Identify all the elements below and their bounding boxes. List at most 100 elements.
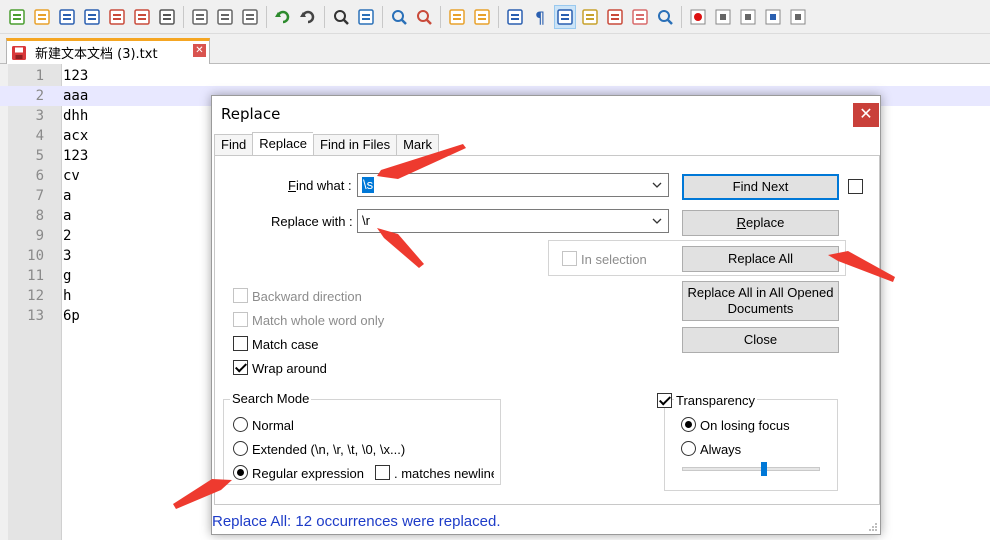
play-macro-button[interactable] [737,5,759,29]
sync-vertical-icon [449,8,465,25]
open-file-icon [34,8,50,25]
line-text: 123 [63,148,89,164]
tab-close-button[interactable]: ✕ [193,44,206,57]
folder-button[interactable] [629,5,651,29]
close-all-button[interactable] [131,5,153,29]
find-next-button[interactable]: Find Next [682,174,839,200]
matches-newline-label: . matches newline [394,466,494,481]
print-button[interactable] [156,5,178,29]
find-what-label: Find what : [288,178,352,193]
tab-find[interactable]: Find [214,134,253,156]
language-button[interactable] [579,5,601,29]
find-icon [334,9,349,25]
tab-find-in-files[interactable]: Find in Files [313,134,397,156]
close-icon [109,8,125,25]
always-radio[interactable] [681,441,696,456]
line-text: dhh [63,108,89,124]
wrap-around-checkbox[interactable] [233,360,248,375]
zoom-in-button[interactable] [388,5,410,29]
word-wrap-button[interactable] [504,5,526,29]
backward-direction-checkbox[interactable] [233,288,248,303]
document-tab[interactable]: 新建文本文档 (3).txt ✕ [6,38,210,64]
find-next-options-checkbox[interactable] [848,179,863,194]
line-number: 13 [27,308,44,324]
in-selection-label: In selection [581,252,647,267]
chevron-down-icon[interactable] [652,217,662,225]
line-number: 8 [35,208,44,224]
mode-regex-label: Regular expression [252,466,365,481]
toolbar-separator [183,5,184,28]
folder-icon [632,8,648,25]
on-losing-focus-label: On losing focus [700,418,790,433]
toolbar: ¶ [0,0,990,34]
transparency-slider-track[interactable] [682,467,820,471]
zoom-out-button[interactable] [413,5,435,29]
matches-newline-checkbox[interactable] [375,465,390,480]
record-macro-button[interactable] [687,5,709,29]
match-whole-word-checkbox[interactable] [233,312,248,327]
mode-regex-radio[interactable] [233,465,248,480]
replace-all-button[interactable]: Replace All [682,246,839,272]
indent-guide-icon [557,8,573,25]
new-file-icon [9,8,25,25]
in-selection-checkbox[interactable] [562,251,577,266]
chevron-down-icon[interactable] [652,181,662,189]
redo-button[interactable] [297,5,319,29]
transparency-checkbox[interactable] [657,393,672,408]
transparency-label: Transparency [674,393,757,408]
tab-replace[interactable]: Replace [252,132,313,156]
save-all-icon [84,8,100,25]
line-number: 6 [35,168,44,184]
line-number: 4 [35,128,44,144]
mode-normal-radio[interactable] [233,417,248,432]
function-list-button[interactable] [604,5,626,29]
document-tab-title: 新建文本文档 (3).txt [35,47,158,62]
save-macro-button[interactable] [787,5,809,29]
editor-line[interactable]: 1 123 [0,66,990,86]
show-all-chars-button[interactable]: ¶ [529,5,551,29]
record-macro-icon [690,9,706,24]
dialog-body: Find what : \s Replace with : \r Find Ne… [214,155,880,505]
on-losing-focus-radio[interactable] [681,417,696,432]
line-text: 6p [63,308,80,324]
replace-all-opened-button[interactable]: Replace All in All Opened Documents [682,281,839,321]
replace-button[interactable] [355,5,377,29]
cut-button[interactable] [189,5,211,29]
find-button[interactable] [330,5,352,29]
sync-horizontal-button[interactable] [471,5,493,29]
line-number: 10 [27,248,44,264]
tab-mark[interactable]: Mark [396,134,439,156]
dialog-close-button[interactable]: ✕ [853,103,879,127]
stop-macro-button[interactable] [712,5,734,29]
search-mode-title: Search Mode [230,391,312,406]
paste-button[interactable] [239,5,261,29]
save-all-button[interactable] [81,5,103,29]
save-button[interactable] [56,5,78,29]
line-number: 9 [35,228,44,244]
function-list-icon [607,8,623,25]
stop-macro-icon [715,9,731,24]
replace-with-input[interactable]: \r [357,209,669,233]
line-text: 123 [63,68,89,84]
toolbar-separator [498,5,499,28]
replace-button[interactable]: Replace [682,210,839,236]
resize-grip-icon[interactable] [868,522,878,532]
close-button[interactable] [106,5,128,29]
copy-button[interactable] [214,5,236,29]
new-file-button[interactable] [6,5,28,29]
monitor-button[interactable] [654,5,676,29]
close-button[interactable]: Close [682,327,839,353]
run-macro-button[interactable] [762,5,784,29]
mode-extended-radio[interactable] [233,441,248,456]
line-text: a [63,188,72,204]
sync-vertical-button[interactable] [446,5,468,29]
find-what-input[interactable]: \s [357,173,669,197]
transparency-slider-thumb[interactable] [761,462,767,476]
match-case-checkbox[interactable] [233,336,248,351]
undo-button[interactable] [272,5,294,29]
open-file-button[interactable] [31,5,53,29]
replace-with-label: Replace with : [271,214,353,229]
run-macro-icon [765,9,781,24]
indent-guide-button[interactable] [554,4,576,29]
zoom-in-icon [392,9,407,25]
